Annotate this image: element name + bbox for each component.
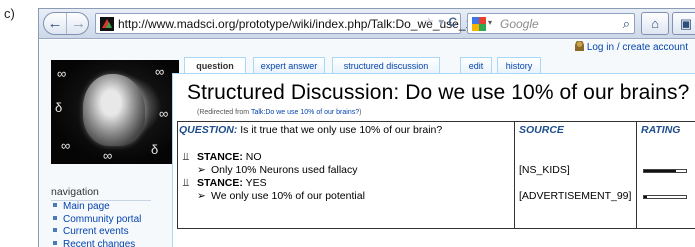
- arrow-bullet-icon: ➢: [197, 190, 206, 202]
- reload-icon[interactable]: C: [448, 15, 457, 29]
- arrow-bullet-icon: ➢: [197, 164, 206, 176]
- site-favicon-icon: [100, 17, 114, 31]
- redirect-suffix: ): [359, 109, 362, 116]
- wiki-page: Log in / create account ∞ ∞ δ ∞ ∞ δ ∞ qu…: [39, 40, 695, 247]
- menu-icon: ▣: [679, 15, 693, 31]
- redirect-note: (Redirected from Talk:Do we use 10% of o…: [197, 109, 361, 116]
- tab-edit[interactable]: edit: [460, 57, 492, 73]
- search-input[interactable]: Google: [500, 17, 539, 31]
- sidebar-nav: Main page Community portal Current event…: [53, 201, 141, 247]
- search-engine-dropdown-icon[interactable]: ▾: [488, 18, 492, 27]
- claim-text[interactable]: We only use 10% of our potential: [211, 190, 365, 202]
- rating-bar-fill: [644, 196, 648, 198]
- claim-row[interactable]: ➢ Only 10% Neurons used fallacy: [197, 164, 358, 176]
- bullet-square-icon: [53, 240, 57, 245]
- stance-value: YES: [242, 177, 267, 189]
- site-logo[interactable]: ∞ ∞ δ ∞ ∞ δ ∞: [51, 60, 179, 164]
- tab-question[interactable]: question: [184, 57, 246, 74]
- claim-text[interactable]: Only 10% Neurons used fallacy: [211, 164, 358, 176]
- page-title: Structured Discussion: Do we use 10% of …: [187, 81, 690, 104]
- tab-history[interactable]: history: [497, 57, 541, 73]
- url-bar-icons: ☆ ▾ C: [424, 15, 457, 29]
- nav-buttons: ← →: [43, 12, 89, 35]
- collapse-branch-icon[interactable]: ⫫: [183, 177, 197, 190]
- tab-expert-answer[interactable]: expert answer: [253, 57, 325, 73]
- discussion-table: QUESTION: Is it true that we only use 10…: [177, 121, 695, 229]
- stance-row[interactable]: ⫫ STANCE: YES: [183, 177, 267, 190]
- bookmark-star-icon[interactable]: ☆: [424, 15, 435, 29]
- search-bar[interactable]: ▾ Google ⌕: [467, 13, 635, 34]
- claim-row[interactable]: ➢ We only use 10% of our potential: [197, 190, 365, 202]
- header-question-text: Is it true that we only use 10% of our b…: [237, 124, 443, 136]
- google-logo-icon: [472, 17, 486, 31]
- scribble-icon: ∞: [103, 148, 113, 163]
- login-text[interactable]: Log in / create account: [587, 42, 688, 53]
- forward-button[interactable]: →: [67, 13, 90, 34]
- bullet-square-icon: [53, 228, 57, 232]
- login-link[interactable]: Log in / create account: [574, 41, 688, 53]
- sidebar-item-main-page[interactable]: Main page: [53, 201, 141, 214]
- rating-bar[interactable]: [643, 195, 687, 199]
- header-source: SOURCE: [519, 124, 564, 136]
- column-divider: [636, 122, 637, 228]
- brain-head-image: [83, 74, 145, 146]
- bullet-square-icon: [53, 203, 57, 207]
- header-question: QUESTION: Is it true that we only use 10…: [179, 124, 442, 136]
- sidebar-item-current-events[interactable]: Current events: [53, 226, 141, 239]
- redirect-prefix: (Redirected from: [197, 109, 251, 116]
- forward-arrow-icon: →: [71, 15, 86, 32]
- header-rating: RATING: [641, 124, 681, 136]
- back-arrow-icon: ←: [47, 15, 63, 32]
- claim-source[interactable]: [NS_KIDS]: [519, 164, 570, 176]
- sidebar-item-label[interactable]: Current events: [63, 226, 129, 237]
- sidebar-item-label[interactable]: Main page: [63, 201, 110, 212]
- scribble-icon: ∞: [57, 66, 67, 81]
- sidebar-item-community-portal[interactable]: Community portal: [53, 214, 141, 227]
- sidebar-item-label[interactable]: Community portal: [63, 214, 141, 225]
- url-dropdown-icon[interactable]: ▾: [438, 15, 444, 29]
- rating-bar-fill: [644, 170, 676, 172]
- rating-bar[interactable]: [643, 169, 687, 173]
- stance-row[interactable]: ⫫ STANCE: NO: [183, 151, 262, 164]
- screenshot-stage: c) ← → http://www.madsci.org/prototype/w…: [0, 0, 695, 247]
- sidebar-item-recent-changes[interactable]: Recent changes: [53, 239, 141, 247]
- home-button[interactable]: ⌂: [641, 12, 669, 35]
- collapse-branch-icon[interactable]: ⫫: [183, 151, 197, 164]
- header-question-label: QUESTION:: [179, 124, 238, 136]
- browser-window: ← → http://www.madsci.org/prototype/wiki…: [38, 8, 695, 247]
- bullet-square-icon: [53, 215, 57, 220]
- stance-label: STANCE:: [197, 151, 243, 163]
- sidebar-heading: navigation: [51, 186, 151, 201]
- search-magnifier-icon[interactable]: ⌕: [623, 16, 630, 32]
- stance-label: STANCE:: [197, 177, 243, 189]
- content-area: Structured Discussion: Do we use 10% of …: [172, 73, 695, 247]
- scribble-icon: ∞: [155, 64, 165, 79]
- redirect-link[interactable]: Talk:Do we use 10% of our brains?: [251, 109, 359, 116]
- user-icon: [574, 41, 584, 51]
- claim-source[interactable]: [ADVERTISEMENT_99]: [519, 190, 631, 202]
- scribble-icon: δ: [55, 100, 63, 115]
- column-divider: [514, 122, 515, 228]
- browser-menu-button[interactable]: ▣: [672, 12, 695, 35]
- browser-toolbar: ← → http://www.madsci.org/prototype/wiki…: [39, 9, 695, 39]
- url-bar[interactable]: http://www.madsci.org/prototype/wiki/ind…: [95, 13, 496, 34]
- scribble-icon: ∞: [61, 138, 71, 153]
- stance-value: NO: [242, 151, 262, 163]
- tab-structured-discussion[interactable]: structured discussion: [332, 57, 440, 73]
- sidebar-item-label[interactable]: Recent changes: [63, 239, 135, 247]
- panel-label: c): [4, 6, 15, 21]
- home-icon: ⌂: [651, 16, 659, 31]
- back-button[interactable]: ←: [44, 13, 67, 34]
- scribble-icon: δ: [151, 142, 159, 157]
- scribble-icon: ∞: [159, 106, 169, 121]
